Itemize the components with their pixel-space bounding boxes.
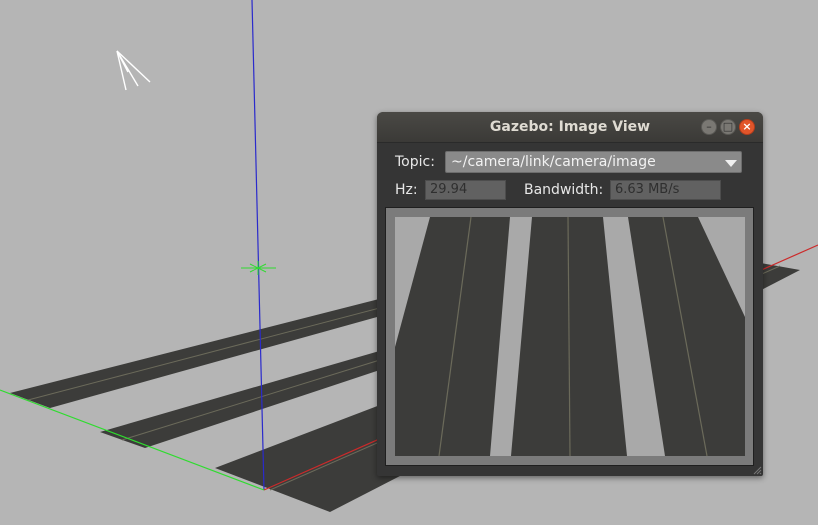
maximize-icon: □ [722, 120, 734, 133]
bandwidth-label: Bandwidth: [524, 182, 604, 198]
maximize-button[interactable]: □ [720, 119, 736, 135]
topic-select[interactable]: ~/camera/link/camera/image [445, 151, 742, 173]
image-frame [385, 207, 754, 466]
camera-image [395, 217, 745, 456]
close-icon: × [742, 120, 752, 133]
axis-z [251, 0, 265, 491]
topic-label: Topic: [395, 154, 435, 170]
chevron-down-icon[interactable] [725, 160, 737, 167]
title-bar[interactable]: Gazebo: Image View – □ × [377, 112, 763, 143]
origin-marker-icon [241, 261, 276, 275]
road-lane-line [27, 299, 411, 401]
image-view-window[interactable]: Gazebo: Image View – □ × Topic: ~/camera… [377, 112, 763, 476]
minimize-button[interactable]: – [701, 119, 717, 135]
topic-value: ~/camera/link/camera/image [451, 154, 656, 170]
bandwidth-field: 6.63 MB/s [610, 180, 721, 200]
minimize-icon: – [706, 120, 712, 133]
hz-label: Hz: [395, 182, 418, 198]
camera-frustum-icon [116, 50, 151, 91]
close-button[interactable]: × [739, 119, 755, 135]
hz-field: 29.94 [425, 180, 506, 200]
resize-grip-icon[interactable] [752, 465, 762, 475]
